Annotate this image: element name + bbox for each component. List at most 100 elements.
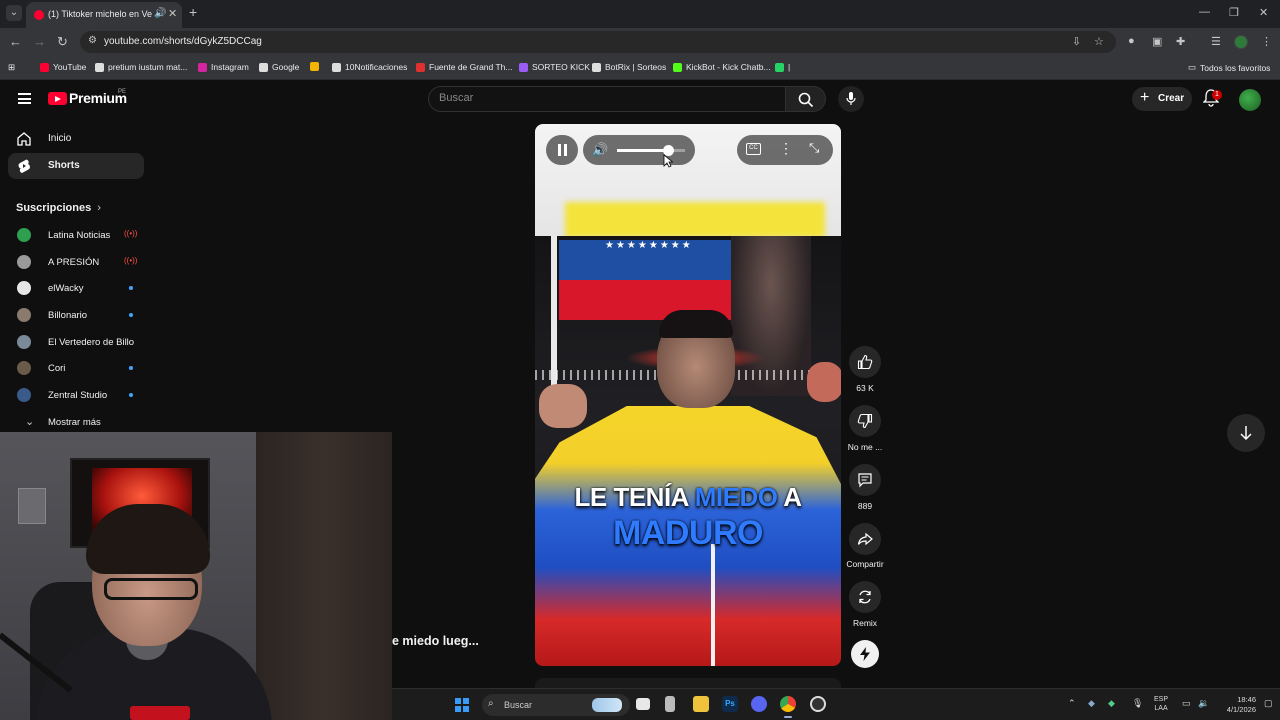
- forward-arrow-icon[interactable]: →: [33, 34, 46, 49]
- close-window-icon[interactable]: ✕: [1259, 6, 1268, 19]
- channel-zentral-studio[interactable]: Zentral Studio: [8, 382, 144, 408]
- obs-icon[interactable]: [810, 696, 826, 712]
- bookmark-botrix[interactable]: BotRix | Sorteos: [592, 62, 666, 72]
- sound-remix-button[interactable]: [851, 640, 879, 668]
- home-icon: [17, 132, 31, 146]
- windows-taskbar: ⌕ Buscar Ps ⌃ ◆ ◆ 🎙 ESP LAA ▭ 🔉 18:46 4/1/…: [392, 688, 1280, 720]
- channel-latina-noticias[interactable]: Latina Noticias ((•)): [8, 222, 144, 248]
- bookmark-youtube[interactable]: YouTube: [40, 62, 86, 72]
- tab-search-dropdown[interactable]: ⌄: [6, 5, 22, 21]
- volume-icon[interactable]: 🔉: [1198, 698, 1209, 709]
- site-info-icon[interactable]: ⚙: [88, 35, 97, 46]
- network-icon[interactable]: ▭: [1182, 698, 1191, 709]
- more-options-icon[interactable]: ⋮: [779, 140, 793, 157]
- fullscreen-icon[interactable]: ⤡: [809, 140, 819, 156]
- shorts-icon: [18, 159, 30, 173]
- channel-avatar: [17, 388, 31, 402]
- remix-button[interactable]: [849, 581, 881, 613]
- extension-kick-icon[interactable]: ▣: [1152, 35, 1162, 48]
- tray-app-icon[interactable]: ◆: [1088, 698, 1095, 709]
- plus-icon: +: [1140, 89, 1150, 106]
- back-arrow-icon[interactable]: ←: [9, 34, 22, 49]
- profile-avatar[interactable]: [1234, 35, 1248, 49]
- bookmark-sorteo-kick[interactable]: SORTEO KICK: [519, 62, 590, 72]
- thumbs-up-icon: [857, 354, 873, 370]
- notification-center-icon[interactable]: ▢: [1264, 698, 1273, 709]
- video-caption-line1: LE TENÍA MIEDO A: [574, 482, 803, 512]
- tab-close-icon[interactable]: ✕: [168, 7, 177, 20]
- subscriptions-header[interactable]: Suscripciones ›: [16, 202, 101, 214]
- volume-speaker-icon[interactable]: 🔊: [592, 142, 608, 158]
- channel-billonario[interactable]: Billonario: [8, 302, 144, 328]
- user-avatar[interactable]: [1239, 89, 1261, 111]
- volume-slider[interactable]: [617, 145, 685, 156]
- channel-elwacky[interactable]: elWacky: [8, 275, 144, 301]
- minimize-window-icon[interactable]: —: [1199, 6, 1210, 18]
- dislike-label: No me ...: [847, 442, 883, 452]
- bookmark-google[interactable]: Google: [259, 62, 299, 72]
- channel-cori[interactable]: Cori: [8, 355, 144, 381]
- volume-control[interactable]: 🔊: [583, 135, 695, 165]
- tray-overflow-icon[interactable]: ⌃: [1068, 698, 1076, 709]
- system-clock[interactable]: 18:46 4/1/2026: [1220, 695, 1256, 715]
- webcam-red-object: [130, 706, 190, 720]
- like-button[interactable]: [849, 346, 881, 378]
- captions-icon[interactable]: CC: [746, 143, 761, 155]
- voice-search-button[interactable]: [838, 86, 864, 112]
- address-url[interactable]: youtube.com/shorts/dGykZ5DCCag: [104, 36, 262, 47]
- extensions-puzzle-icon[interactable]: ✚: [1176, 35, 1185, 48]
- bookmark-notificaciones[interactable]: 10Notificaciones: [332, 62, 407, 72]
- tray-microphone-icon[interactable]: 🎙: [1132, 698, 1143, 709]
- input-language[interactable]: ESP LAA: [1154, 695, 1168, 713]
- reload-icon[interactable]: ↻: [57, 34, 68, 50]
- bookmark-kickbot[interactable]: KickBot - Kick Chatb...: [673, 62, 771, 72]
- kick-bookmark-icon: [519, 62, 528, 72]
- truncated-title-text: e miedo lueg...: [392, 634, 479, 648]
- browser-menu-icon[interactable]: ⋮: [1261, 35, 1272, 48]
- bookmark-grand-theft[interactable]: Fuente de Grand Th...: [416, 62, 512, 72]
- pause-button[interactable]: [546, 135, 578, 165]
- extension-icon[interactable]: ●: [1128, 35, 1135, 47]
- sidebar-item-shorts[interactable]: Shorts: [8, 153, 144, 179]
- mouse-cursor-icon: [663, 154, 673, 168]
- new-tab-button[interactable]: +: [189, 4, 197, 20]
- address-bar[interactable]: ⚙ youtube.com/shorts/dGykZ5DCCag ⇩ ☆: [80, 31, 1116, 53]
- shorts-video-player[interactable]: ★★★★★★★★ LE TENÍA MIEDO A MADURO 🔊 CC ⋮ …: [535, 124, 841, 666]
- all-bookmarks[interactable]: ▭ Todos los favoritos: [1188, 62, 1270, 73]
- search-input[interactable]: [439, 92, 769, 104]
- file-explorer-icon[interactable]: [693, 696, 709, 712]
- channel-el-vertedero[interactable]: El Vertedero de Billo: [8, 329, 144, 355]
- comment-count: 889: [857, 501, 873, 511]
- bookmark-unnamed[interactable]: [310, 62, 323, 71]
- create-button[interactable]: + Crear: [1132, 87, 1192, 111]
- taskbar-search[interactable]: ⌕ Buscar: [482, 694, 630, 716]
- browser-tab-active[interactable]: (1) Tiktoker michelo en Ven 🔊 ✕: [26, 2, 182, 28]
- tab-search-icon[interactable]: ☰: [1211, 35, 1221, 48]
- widgets-icon[interactable]: [665, 696, 675, 712]
- photoshop-icon[interactable]: Ps: [722, 696, 738, 712]
- discord-icon[interactable]: [751, 696, 767, 712]
- restore-window-icon[interactable]: ❐: [1229, 6, 1239, 19]
- channel-avatar: [17, 361, 31, 375]
- comments-button[interactable]: [849, 464, 881, 496]
- search-button[interactable]: [786, 86, 826, 112]
- youtube-logo-icon[interactable]: [48, 92, 67, 105]
- search-box[interactable]: [428, 86, 786, 112]
- task-view-icon[interactable]: [636, 698, 650, 710]
- next-short-button[interactable]: [1227, 414, 1265, 452]
- windows-start-icon[interactable]: [455, 698, 469, 712]
- share-button[interactable]: [849, 523, 881, 555]
- install-app-icon[interactable]: ⇩: [1072, 35, 1081, 48]
- bookmark-pretium[interactable]: pretium iustum mat...: [95, 62, 187, 72]
- bookmark-instagram[interactable]: Instagram: [198, 62, 249, 72]
- tab-audio-icon[interactable]: 🔊: [154, 8, 166, 19]
- chrome-icon[interactable]: [780, 696, 796, 718]
- tray-defender-icon[interactable]: ◆: [1108, 698, 1115, 709]
- apps-grid-icon[interactable]: ⊞: [8, 62, 15, 73]
- menu-hamburger-icon[interactable]: [18, 93, 31, 104]
- channel-a-presion[interactable]: A PRESIÓN ((•)): [8, 249, 144, 275]
- bookmark-whatsapp[interactable]: |: [775, 62, 790, 72]
- bookmark-star-icon[interactable]: ☆: [1094, 35, 1104, 48]
- dislike-button[interactable]: [849, 405, 881, 437]
- sidebar-item-inicio[interactable]: Inicio: [8, 126, 144, 152]
